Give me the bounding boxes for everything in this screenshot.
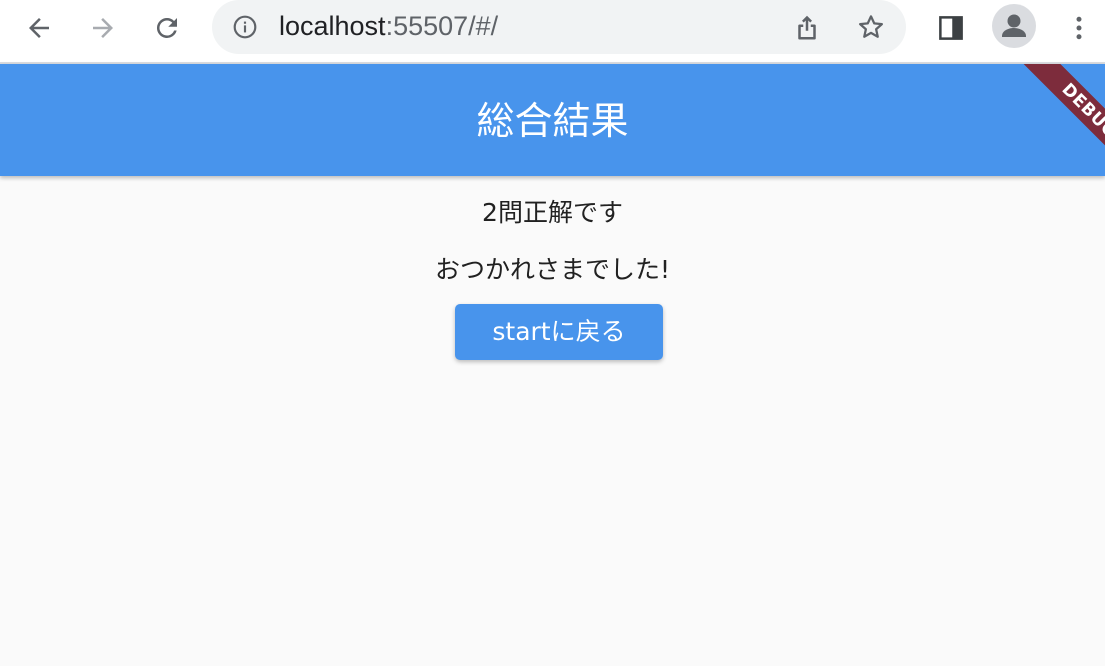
reload-button[interactable] [149,10,185,46]
url-host: localhost [279,11,386,41]
app-bar: 総合結果 DEBUG [0,64,1105,176]
profile-button[interactable] [992,4,1036,48]
url-path: :55507/#/ [385,11,499,41]
address-bar[interactable]: localhost:55507/#/ [212,0,906,54]
forward-button[interactable] [85,10,121,46]
reload-icon [156,17,177,38]
message-text: おつかれさまでした! [434,255,671,284]
back-to-start-button[interactable]: startに戻る [455,304,663,360]
back-button[interactable] [21,10,57,46]
browser-toolbar: localhost:55507/#/ [0,0,1105,64]
side-panel-icon [939,16,963,40]
page-title: 総合結果 [476,99,629,143]
forward-arrow-icon [93,18,113,38]
side-panel-button[interactable] [933,10,969,46]
profile-icon [1002,14,1026,37]
menu-button[interactable] [1061,10,1097,46]
more-vert-icon [1076,16,1082,40]
share-icon[interactable] [792,12,822,42]
back-arrow-icon [29,18,49,38]
score-text: 2問正解です [482,198,623,227]
url-text[interactable]: localhost:55507/#/ [279,11,498,42]
star-icon[interactable] [856,12,886,42]
info-icon[interactable] [232,14,258,40]
